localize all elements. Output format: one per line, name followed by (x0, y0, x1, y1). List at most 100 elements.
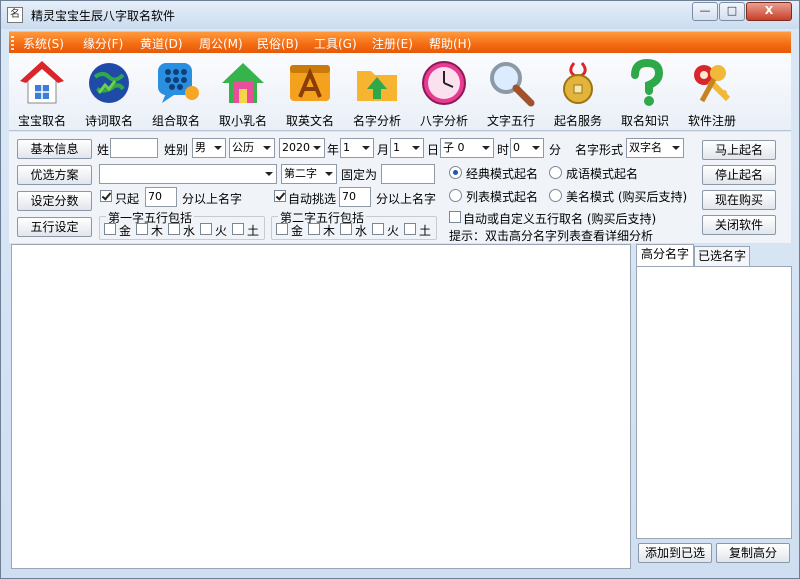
minute-label: 分 (549, 143, 562, 157)
wuxing-checkbox-metal[interactable] (104, 223, 116, 235)
second-char-select[interactable]: 第二字 (281, 164, 337, 184)
year-select[interactable]: 2020 (279, 138, 325, 158)
wuxing-label: 金 (291, 224, 304, 238)
wuxing-checkbox-earth[interactable] (404, 223, 416, 235)
mode-radio-classic[interactable] (449, 166, 462, 179)
tool-baby-naming[interactable]: 宝宝取名 (9, 57, 75, 129)
high-score-list[interactable] (636, 266, 792, 539)
tool-bazi-analysis[interactable]: 八字分析 (411, 57, 477, 129)
window-title: 精灵宝宝生辰八字取名软件 (31, 9, 176, 23)
auto-score-input[interactable]: 70 (339, 187, 371, 207)
only-suffix: 分以上名字 (182, 192, 243, 206)
menu-folk[interactable]: 民俗(B) (257, 35, 299, 52)
gender-label: 姓别 (164, 143, 189, 157)
surname-label: 姓 (97, 143, 110, 157)
close-button[interactable]: X (746, 2, 792, 21)
tool-nickname[interactable]: 取小乳名 (210, 57, 276, 129)
maximize-button[interactable]: □ (719, 2, 745, 21)
only-score-input[interactable]: 70 (145, 187, 177, 207)
basic-info-button[interactable]: 基本信息 (17, 139, 92, 159)
tool-label: 诗词取名 (84, 114, 133, 128)
wuxing-checkbox-wood[interactable] (308, 223, 320, 235)
calendar-value: 公历 (232, 141, 254, 154)
stop-naming-button[interactable]: 停止起名 (702, 165, 776, 185)
tool-naming-knowledge[interactable]: 取名知识 (612, 57, 678, 129)
tool-naming-service[interactable]: 起名服务 (545, 57, 611, 129)
menu-help[interactable]: 帮助(H) (429, 35, 471, 52)
custom-wuxing-checkbox[interactable] (449, 211, 461, 223)
results-list[interactable] (11, 244, 631, 569)
app-window: 名 精灵宝宝生辰八字取名软件 — □ X 系统(S) 缘分(F) 黄道(D) 周… (0, 0, 800, 579)
tool-poetry-naming[interactable]: 诗词取名 (76, 57, 142, 129)
calendar-select[interactable]: 公历 (229, 138, 275, 158)
wuxing-label: 土 (419, 224, 432, 238)
tool-software-register[interactable]: 软件注册 (679, 57, 745, 129)
first-char-wuxing-group: 第一字五行包括 金 木 水 火 土 (99, 209, 265, 240)
app-icon: 名 (7, 7, 23, 23)
mode-radio-idiom[interactable] (549, 166, 562, 179)
preferred-scheme-button[interactable]: 优选方案 (17, 165, 92, 185)
start-naming-button[interactable]: 马上起名 (702, 140, 776, 160)
tool-name-analysis[interactable]: 名字分析 (344, 57, 410, 129)
tool-english-name[interactable]: 取英文名 (277, 57, 343, 129)
menu-tools[interactable]: 工具(G) (314, 35, 357, 52)
auto-pick-checkbox[interactable] (274, 190, 286, 202)
surname-input[interactable] (110, 138, 158, 158)
chevron-down-icon (412, 146, 420, 150)
tool-char-wuxing[interactable]: 文字五行 (478, 57, 544, 129)
fixed-label: 固定为 (341, 168, 378, 182)
wuxing-checkbox-metal[interactable] (276, 223, 288, 235)
tab-selected-names[interactable]: 已选名字 (694, 246, 750, 266)
year-label: 年 (327, 143, 340, 157)
mode-radio-list[interactable] (449, 189, 462, 202)
buy-now-button[interactable]: 现在购买 (702, 190, 776, 210)
name-form-select[interactable]: 双字名 (626, 138, 684, 158)
minimize-button[interactable]: — (692, 2, 718, 21)
wuxing-checkbox-fire[interactable] (200, 223, 212, 235)
wuxing-label: 火 (215, 224, 228, 238)
menu-zhougong[interactable]: 周公(M) (199, 35, 243, 52)
close-software-button[interactable]: 关闭软件 (702, 215, 776, 235)
day-select[interactable]: 1 (390, 138, 424, 158)
copy-high-score-button[interactable]: 复制高分 (716, 543, 790, 563)
scheme-select[interactable] (99, 164, 277, 184)
keys-icon (694, 65, 731, 103)
fixed-char-input[interactable] (381, 164, 435, 184)
side-panel: 高分名字 已选名字 添加到已选 复制高分 (634, 244, 794, 569)
name-form-value: 双字名 (629, 141, 662, 154)
hour-label: 时 (497, 143, 510, 157)
house-icon (20, 61, 64, 104)
tool-label: 取名知识 (620, 114, 669, 128)
set-score-button[interactable]: 设定分数 (17, 191, 92, 211)
menu-fate[interactable]: 缘分(F) (83, 35, 123, 52)
add-to-selected-button[interactable]: 添加到已选 (638, 543, 712, 563)
day-label: 日 (427, 143, 440, 157)
only-checkbox[interactable] (100, 190, 112, 202)
wuxing-label: 土 (247, 224, 260, 238)
only-label: 只起 (115, 192, 140, 206)
mode-label: 经典模式起名 (466, 167, 539, 181)
gender-select[interactable]: 男 (192, 138, 226, 158)
tab-high-score-names[interactable]: 高分名字 (636, 244, 694, 266)
wuxing-checkbox-water[interactable] (340, 223, 352, 235)
wuxing-checkbox-water[interactable] (168, 223, 180, 235)
minute-select[interactable]: 0 (510, 138, 544, 158)
tool-combo-naming[interactable]: 组合取名 (143, 57, 209, 129)
minute-value: 0 (513, 141, 520, 154)
month-value: 1 (343, 141, 350, 154)
month-select[interactable]: 1 (340, 138, 374, 158)
menu-register[interactable]: 注册(E) (372, 35, 413, 52)
wuxing-checkbox-earth[interactable] (232, 223, 244, 235)
mode-radio-beautiful[interactable] (549, 189, 562, 202)
day-value: 1 (393, 141, 400, 154)
menu-system[interactable]: 系统(S) (23, 35, 64, 52)
chevron-down-icon (532, 146, 540, 150)
tool-label: 起名服务 (553, 114, 602, 128)
menu-huangdao[interactable]: 黄道(D) (140, 35, 183, 52)
wuxing-settings-button[interactable]: 五行设定 (17, 217, 92, 237)
wuxing-checkbox-wood[interactable] (136, 223, 148, 235)
wuxing-label: 火 (387, 224, 400, 238)
title-bar[interactable]: 名 精灵宝宝生辰八字取名软件 — □ X (1, 1, 799, 29)
wuxing-checkbox-fire[interactable] (372, 223, 384, 235)
hour-select[interactable]: 子 0 (440, 138, 494, 158)
